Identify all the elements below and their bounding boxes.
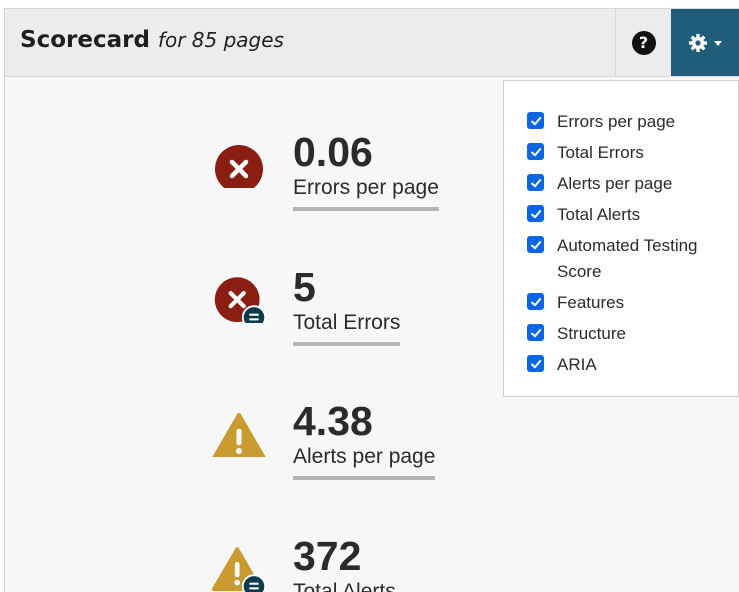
option-label: Total Errors: [557, 143, 644, 162]
option-structure[interactable]: Structure: [527, 321, 727, 347]
metric-label: Errors per page: [293, 176, 439, 212]
error-icon: [215, 145, 263, 188]
option-label: Errors per page: [557, 112, 676, 131]
checkbox[interactable]: [527, 143, 544, 160]
settings-menu: Errors per page Total Errors Alerts per …: [503, 80, 739, 397]
metric-value: 5: [293, 264, 316, 310]
scorecard-title: Scorecard for 85 pages: [20, 27, 284, 53]
gear-icon: [689, 33, 707, 52]
checkbox[interactable]: [527, 205, 544, 222]
option-total-errors[interactable]: Total Errors: [527, 140, 727, 166]
alert-total-icon: [212, 547, 267, 592]
help-button[interactable]: ?: [615, 9, 671, 76]
option-aria[interactable]: ARIA: [527, 352, 727, 378]
checkbox[interactable]: [527, 236, 544, 253]
metric-value: 372: [293, 533, 362, 579]
page-count-subtitle: for 85 pages: [157, 28, 284, 52]
metric-value: 4.38: [293, 398, 373, 444]
metric-label: Total Alerts: [293, 580, 396, 592]
error-total-icon: [214, 277, 267, 323]
option-alerts-per-page[interactable]: Alerts per page: [527, 171, 727, 197]
warning-icon: [212, 413, 266, 457]
check-icon: [530, 178, 541, 187]
check-icon: [530, 240, 541, 249]
option-label: Features: [557, 293, 625, 312]
option-total-alerts[interactable]: Total Alerts: [527, 202, 727, 228]
title-text: Scorecard: [20, 27, 150, 53]
scorecard-header: Scorecard for 85 pages ?: [5, 9, 739, 77]
check-icon: [530, 359, 541, 368]
checkbox[interactable]: [527, 174, 544, 191]
check-icon: [530, 297, 541, 306]
option-label: Alerts per page: [557, 174, 673, 193]
checkbox[interactable]: [527, 293, 544, 310]
chevron-down-icon: [714, 41, 722, 46]
settings-dropdown-button[interactable]: [671, 9, 739, 76]
option-features[interactable]: Features: [527, 290, 727, 316]
metric-label: Alerts per page: [293, 445, 436, 481]
check-icon: [530, 328, 541, 337]
option-label: Total Alerts: [557, 205, 641, 224]
option-label: Structure: [557, 324, 626, 343]
checkbox[interactable]: [527, 355, 544, 372]
checkbox[interactable]: [527, 324, 544, 341]
option-automated-testing-score[interactable]: Automated Testing Score: [527, 233, 727, 285]
option-errors-per-page[interactable]: Errors per page: [527, 109, 727, 135]
check-icon: [530, 209, 541, 218]
metric-label: Total Errors: [293, 311, 401, 347]
check-icon: [530, 116, 541, 125]
checkbox[interactable]: [527, 112, 544, 129]
question-icon: ?: [631, 30, 656, 55]
option-label: ARIA: [557, 355, 597, 374]
metric-value: 0.06: [293, 129, 373, 175]
option-label: Automated Testing Score: [557, 236, 698, 281]
check-icon: [530, 147, 541, 156]
